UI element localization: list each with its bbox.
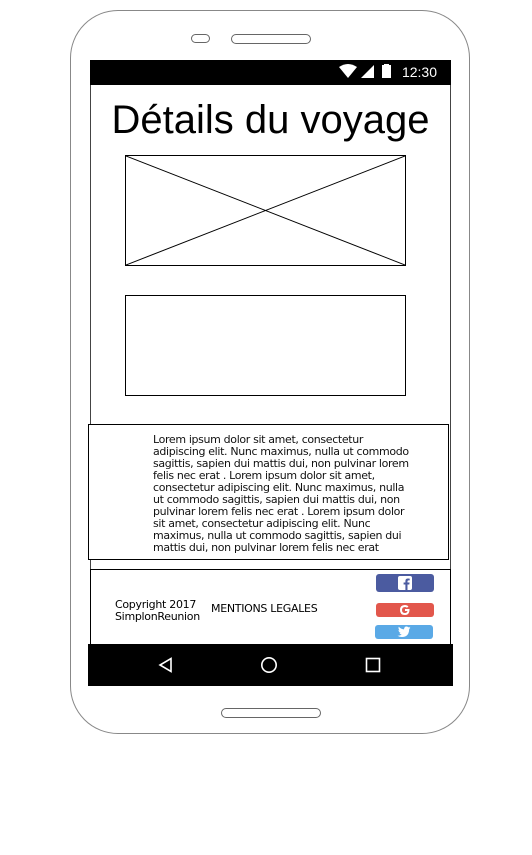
recents-button[interactable] bbox=[353, 644, 393, 686]
back-button[interactable] bbox=[146, 644, 186, 686]
content-box bbox=[125, 295, 406, 396]
home-button[interactable] bbox=[249, 644, 289, 686]
home-icon bbox=[261, 657, 277, 673]
navigation-bar bbox=[88, 644, 453, 686]
battery-icon bbox=[382, 64, 391, 78]
google-icon bbox=[400, 605, 410, 615]
wifi-icon bbox=[339, 64, 357, 78]
twitter-icon bbox=[397, 626, 411, 637]
copyright-owner: SimplonReunion bbox=[115, 610, 200, 623]
facebook-icon bbox=[398, 576, 412, 590]
description-text: Lorem ipsum dolor sit amet, consectetur … bbox=[153, 433, 409, 554]
earpiece-speaker bbox=[231, 34, 311, 44]
description-panel: Lorem ipsum dolor sit amet, consectetur … bbox=[88, 424, 449, 560]
home-indicator bbox=[221, 708, 321, 718]
twitter-button[interactable] bbox=[375, 625, 433, 639]
status-time: 12:30 bbox=[401, 64, 437, 80]
status-bar: 12:30 bbox=[90, 60, 451, 85]
page-title: Détails du voyage bbox=[111, 98, 430, 142]
footer: Copyright 2017 SimplonReunion MENTIONS L… bbox=[90, 569, 451, 649]
facebook-button[interactable] bbox=[376, 574, 434, 592]
copyright: Copyright 2017 SimplonReunion bbox=[115, 599, 200, 623]
signal-icon bbox=[361, 65, 374, 78]
back-icon bbox=[158, 657, 172, 673]
front-camera bbox=[191, 34, 210, 43]
mentions-legales-link[interactable]: MENTIONS LEGALES bbox=[211, 603, 318, 615]
recents-icon bbox=[365, 657, 381, 673]
image-placeholder bbox=[125, 155, 406, 266]
google-button[interactable] bbox=[376, 603, 434, 617]
